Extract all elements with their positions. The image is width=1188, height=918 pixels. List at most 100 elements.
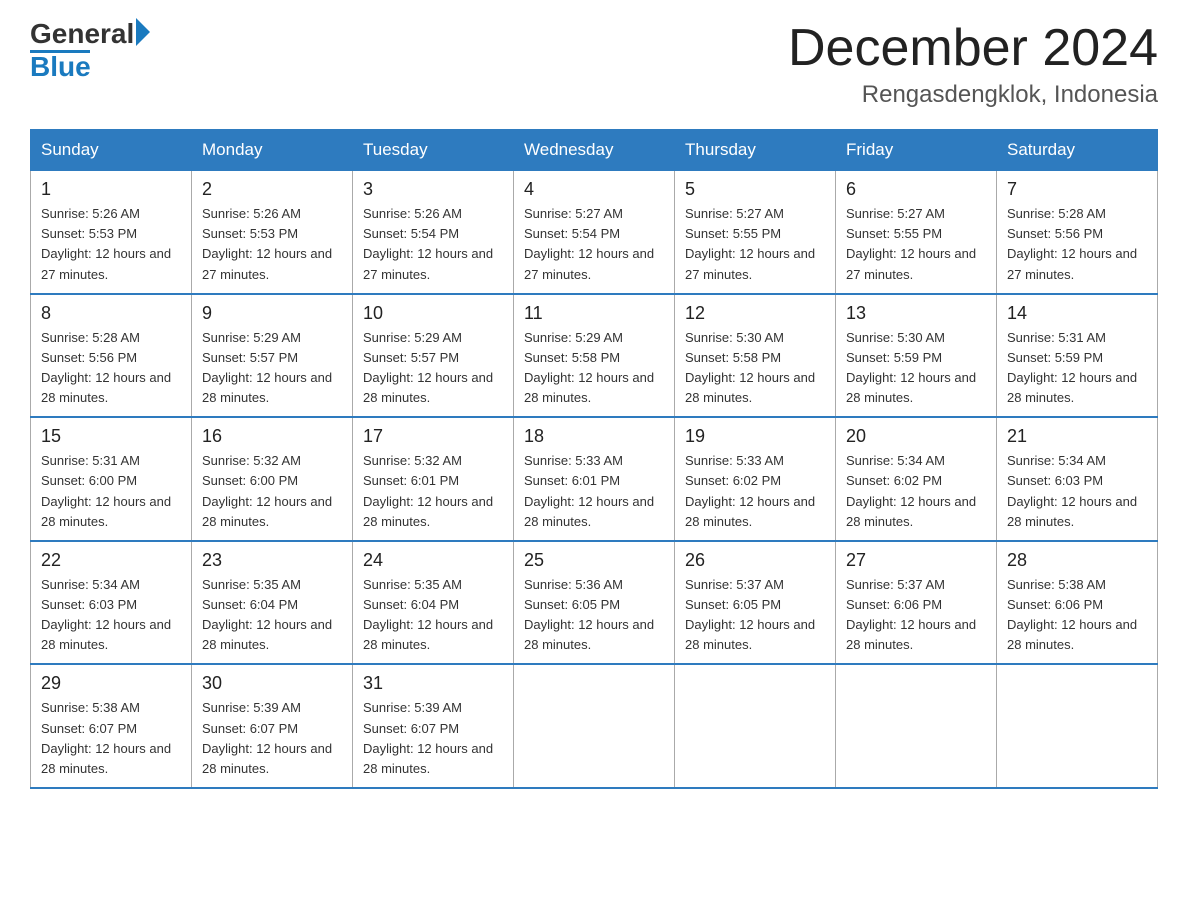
- day-info: Sunrise: 5:32 AMSunset: 6:00 PMDaylight:…: [202, 453, 332, 528]
- calendar-header-row: Sunday Monday Tuesday Wednesday Thursday…: [31, 130, 1158, 171]
- day-number: 16: [202, 426, 342, 447]
- day-number: 17: [363, 426, 503, 447]
- day-number: 21: [1007, 426, 1147, 447]
- day-number: 30: [202, 673, 342, 694]
- day-number: 14: [1007, 303, 1147, 324]
- table-row: 2 Sunrise: 5:26 AMSunset: 5:53 PMDayligh…: [192, 171, 353, 294]
- table-row: 28 Sunrise: 5:38 AMSunset: 6:06 PMDaylig…: [997, 541, 1158, 665]
- col-wednesday: Wednesday: [514, 130, 675, 171]
- day-info: Sunrise: 5:30 AMSunset: 5:59 PMDaylight:…: [846, 330, 976, 405]
- logo-blue-text: Blue: [30, 53, 91, 81]
- day-info: Sunrise: 5:35 AMSunset: 6:04 PMDaylight:…: [363, 577, 493, 652]
- table-row: 25 Sunrise: 5:36 AMSunset: 6:05 PMDaylig…: [514, 541, 675, 665]
- table-row: [836, 664, 997, 788]
- table-row: 27 Sunrise: 5:37 AMSunset: 6:06 PMDaylig…: [836, 541, 997, 665]
- table-row: 13 Sunrise: 5:30 AMSunset: 5:59 PMDaylig…: [836, 294, 997, 418]
- day-number: 25: [524, 550, 664, 571]
- col-friday: Friday: [836, 130, 997, 171]
- table-row: 11 Sunrise: 5:29 AMSunset: 5:58 PMDaylig…: [514, 294, 675, 418]
- table-row: [514, 664, 675, 788]
- col-thursday: Thursday: [675, 130, 836, 171]
- table-row: 3 Sunrise: 5:26 AMSunset: 5:54 PMDayligh…: [353, 171, 514, 294]
- day-info: Sunrise: 5:30 AMSunset: 5:58 PMDaylight:…: [685, 330, 815, 405]
- day-info: Sunrise: 5:28 AMSunset: 5:56 PMDaylight:…: [1007, 206, 1137, 281]
- table-row: 12 Sunrise: 5:30 AMSunset: 5:58 PMDaylig…: [675, 294, 836, 418]
- col-tuesday: Tuesday: [353, 130, 514, 171]
- logo-arrow-icon: [136, 18, 150, 46]
- table-row: 23 Sunrise: 5:35 AMSunset: 6:04 PMDaylig…: [192, 541, 353, 665]
- day-info: Sunrise: 5:29 AMSunset: 5:58 PMDaylight:…: [524, 330, 654, 405]
- table-row: 24 Sunrise: 5:35 AMSunset: 6:04 PMDaylig…: [353, 541, 514, 665]
- logo: General Blue: [30, 20, 150, 81]
- table-row: 16 Sunrise: 5:32 AMSunset: 6:00 PMDaylig…: [192, 417, 353, 541]
- page-title: December 2024: [788, 20, 1158, 77]
- day-info: Sunrise: 5:27 AMSunset: 5:55 PMDaylight:…: [846, 206, 976, 281]
- day-info: Sunrise: 5:29 AMSunset: 5:57 PMDaylight:…: [363, 330, 493, 405]
- day-number: 19: [685, 426, 825, 447]
- table-row: 22 Sunrise: 5:34 AMSunset: 6:03 PMDaylig…: [31, 541, 192, 665]
- day-info: Sunrise: 5:33 AMSunset: 6:02 PMDaylight:…: [685, 453, 815, 528]
- day-number: 1: [41, 179, 181, 200]
- table-row: 7 Sunrise: 5:28 AMSunset: 5:56 PMDayligh…: [997, 171, 1158, 294]
- table-row: 4 Sunrise: 5:27 AMSunset: 5:54 PMDayligh…: [514, 171, 675, 294]
- title-block: December 2024 Rengasdengklok, Indonesia: [788, 20, 1158, 109]
- day-number: 12: [685, 303, 825, 324]
- day-number: 22: [41, 550, 181, 571]
- table-row: 20 Sunrise: 5:34 AMSunset: 6:02 PMDaylig…: [836, 417, 997, 541]
- day-info: Sunrise: 5:34 AMSunset: 6:03 PMDaylight:…: [1007, 453, 1137, 528]
- page-subtitle: Rengasdengklok, Indonesia: [788, 81, 1158, 109]
- day-number: 4: [524, 179, 664, 200]
- page-header: General Blue December 2024 Rengasdengklo…: [30, 20, 1158, 109]
- day-info: Sunrise: 5:27 AMSunset: 5:54 PMDaylight:…: [524, 206, 654, 281]
- calendar-table: Sunday Monday Tuesday Wednesday Thursday…: [30, 129, 1158, 789]
- day-number: 23: [202, 550, 342, 571]
- day-number: 6: [846, 179, 986, 200]
- day-number: 26: [685, 550, 825, 571]
- day-number: 5: [685, 179, 825, 200]
- day-info: Sunrise: 5:26 AMSunset: 5:53 PMDaylight:…: [202, 206, 332, 281]
- day-number: 27: [846, 550, 986, 571]
- logo-general-text: General: [30, 20, 134, 48]
- day-number: 11: [524, 303, 664, 324]
- table-row: 6 Sunrise: 5:27 AMSunset: 5:55 PMDayligh…: [836, 171, 997, 294]
- day-info: Sunrise: 5:28 AMSunset: 5:56 PMDaylight:…: [41, 330, 171, 405]
- table-row: 9 Sunrise: 5:29 AMSunset: 5:57 PMDayligh…: [192, 294, 353, 418]
- day-info: Sunrise: 5:27 AMSunset: 5:55 PMDaylight:…: [685, 206, 815, 281]
- day-number: 9: [202, 303, 342, 324]
- table-row: 26 Sunrise: 5:37 AMSunset: 6:05 PMDaylig…: [675, 541, 836, 665]
- day-number: 3: [363, 179, 503, 200]
- day-number: 10: [363, 303, 503, 324]
- day-info: Sunrise: 5:33 AMSunset: 6:01 PMDaylight:…: [524, 453, 654, 528]
- day-info: Sunrise: 5:37 AMSunset: 6:05 PMDaylight:…: [685, 577, 815, 652]
- table-row: 5 Sunrise: 5:27 AMSunset: 5:55 PMDayligh…: [675, 171, 836, 294]
- day-number: 29: [41, 673, 181, 694]
- day-number: 20: [846, 426, 986, 447]
- day-info: Sunrise: 5:38 AMSunset: 6:06 PMDaylight:…: [1007, 577, 1137, 652]
- table-row: [997, 664, 1158, 788]
- day-number: 7: [1007, 179, 1147, 200]
- day-number: 28: [1007, 550, 1147, 571]
- calendar-week-row: 15 Sunrise: 5:31 AMSunset: 6:00 PMDaylig…: [31, 417, 1158, 541]
- table-row: 18 Sunrise: 5:33 AMSunset: 6:01 PMDaylig…: [514, 417, 675, 541]
- table-row: [675, 664, 836, 788]
- day-info: Sunrise: 5:26 AMSunset: 5:53 PMDaylight:…: [41, 206, 171, 281]
- calendar-week-row: 22 Sunrise: 5:34 AMSunset: 6:03 PMDaylig…: [31, 541, 1158, 665]
- calendar-week-row: 8 Sunrise: 5:28 AMSunset: 5:56 PMDayligh…: [31, 294, 1158, 418]
- day-number: 15: [41, 426, 181, 447]
- day-info: Sunrise: 5:31 AMSunset: 5:59 PMDaylight:…: [1007, 330, 1137, 405]
- day-number: 2: [202, 179, 342, 200]
- col-saturday: Saturday: [997, 130, 1158, 171]
- table-row: 31 Sunrise: 5:39 AMSunset: 6:07 PMDaylig…: [353, 664, 514, 788]
- day-number: 31: [363, 673, 503, 694]
- table-row: 14 Sunrise: 5:31 AMSunset: 5:59 PMDaylig…: [997, 294, 1158, 418]
- table-row: 15 Sunrise: 5:31 AMSunset: 6:00 PMDaylig…: [31, 417, 192, 541]
- day-info: Sunrise: 5:37 AMSunset: 6:06 PMDaylight:…: [846, 577, 976, 652]
- day-info: Sunrise: 5:29 AMSunset: 5:57 PMDaylight:…: [202, 330, 332, 405]
- day-info: Sunrise: 5:38 AMSunset: 6:07 PMDaylight:…: [41, 700, 171, 775]
- table-row: 19 Sunrise: 5:33 AMSunset: 6:02 PMDaylig…: [675, 417, 836, 541]
- day-number: 13: [846, 303, 986, 324]
- table-row: 1 Sunrise: 5:26 AMSunset: 5:53 PMDayligh…: [31, 171, 192, 294]
- day-info: Sunrise: 5:26 AMSunset: 5:54 PMDaylight:…: [363, 206, 493, 281]
- table-row: 30 Sunrise: 5:39 AMSunset: 6:07 PMDaylig…: [192, 664, 353, 788]
- day-info: Sunrise: 5:32 AMSunset: 6:01 PMDaylight:…: [363, 453, 493, 528]
